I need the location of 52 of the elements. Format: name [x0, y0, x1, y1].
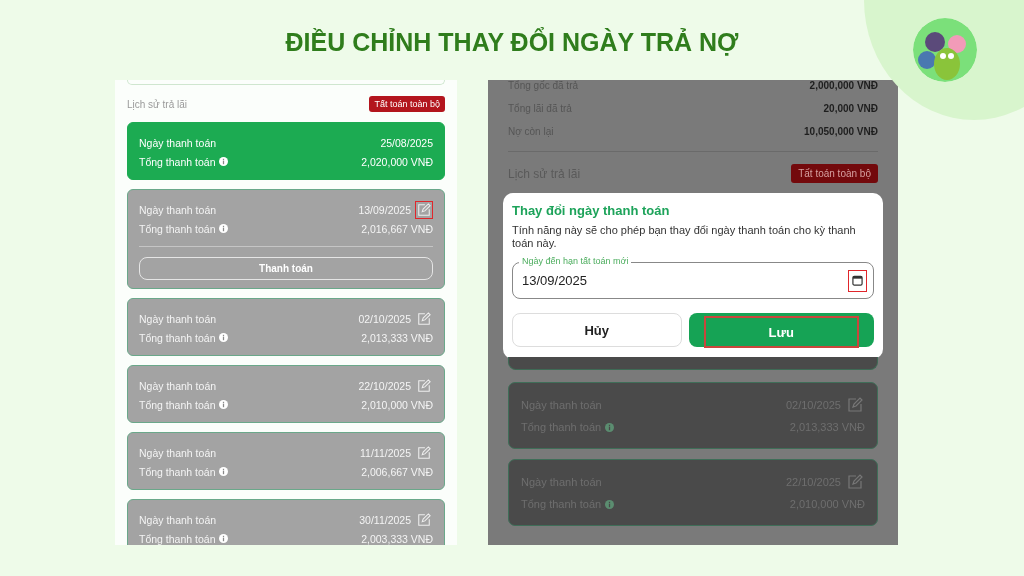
total-label: Tổng thanh toán — [139, 398, 216, 411]
dialog-description: Tính năng này sẽ cho phép bạn thay đổi ngày thanh toán cho kỳ thanh toán này. — [512, 224, 857, 250]
date-label: Ngày thanh toán — [139, 203, 217, 216]
settle-all-button[interactable]: Tất toán toàn bộ — [369, 96, 445, 112]
summary-value: 20,000 VNĐ — [823, 103, 878, 114]
date-label: Ngày thanh toán — [139, 136, 217, 149]
date-label: Ngày thanh toán — [139, 446, 217, 459]
edit-icon[interactable] — [415, 510, 433, 529]
edit-icon[interactable] — [845, 472, 865, 492]
info-icon[interactable] — [605, 499, 615, 509]
payment-date: 02/10/2025 — [358, 312, 411, 325]
page-title: ĐIỀU CHỈNH THAY ĐỔI NGÀY TRẢ NỢ — [285, 26, 739, 58]
mascot-logo-icon — [913, 18, 977, 82]
info-icon[interactable] — [605, 422, 615, 432]
payment-date: 22/10/2025 — [358, 379, 411, 392]
cancel-button[interactable]: Hủy — [512, 313, 682, 347]
edit-icon[interactable] — [415, 200, 433, 219]
payment-amount: 2,013,333 VNĐ — [361, 331, 433, 344]
total-label: Tổng thanh toán — [139, 532, 216, 545]
payment-amount: 2,003,333 VNĐ — [361, 532, 433, 545]
calendar-icon[interactable] — [848, 269, 867, 292]
payment-date: 11/11/2025 — [360, 446, 411, 459]
payment-amount: 2,016,667 VNĐ — [361, 222, 433, 235]
edit-icon[interactable] — [415, 443, 433, 462]
section-label: Lịch sử trả lãi — [127, 98, 188, 110]
info-icon[interactable] — [219, 333, 229, 342]
total-label: Tổng thanh toán — [139, 155, 216, 168]
payment-date: 25/08/2025 — [380, 136, 433, 149]
summary-value: 2,000,000 VNĐ — [809, 80, 878, 91]
payment-date: 30/11/2025 — [359, 513, 411, 526]
edit-icon[interactable] — [415, 376, 433, 395]
info-icon[interactable] — [219, 400, 229, 409]
field-label: Ngày đến hạn tất toán mới — [519, 256, 632, 266]
payment-date: 13/09/2025 — [358, 203, 411, 216]
info-icon[interactable] — [219, 467, 229, 476]
date-label: Ngày thanh toán — [139, 379, 217, 392]
payment-amount: 2,010,000 VNĐ — [361, 398, 433, 411]
edit-icon[interactable] — [415, 309, 433, 328]
edit-icon[interactable] — [845, 395, 865, 415]
info-icon[interactable] — [219, 534, 229, 543]
dialog-title: Thay đổi ngày thanh toán — [512, 203, 671, 218]
payment-amount: 2,020,000 VNĐ — [361, 155, 433, 168]
total-label: Tổng thanh toán — [139, 465, 216, 478]
date-label: Ngày thanh toán — [139, 312, 217, 325]
payment-amount: 2,006,667 VNĐ — [361, 465, 433, 478]
settle-all-button[interactable]: Tất toán toàn bộ — [791, 164, 878, 183]
summary-value: 10,050,000 VNĐ — [804, 126, 878, 137]
info-icon[interactable] — [219, 224, 229, 233]
total-label: Tổng thanh toán — [139, 331, 216, 344]
date-label: Ngày thanh toán — [139, 513, 217, 526]
info-icon[interactable] — [219, 157, 229, 166]
total-label: Tổng thanh toán — [139, 222, 216, 235]
